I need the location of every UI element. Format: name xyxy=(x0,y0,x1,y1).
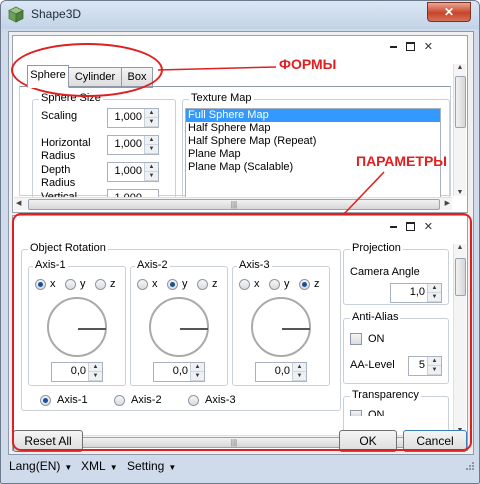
spin-up-icon[interactable]: ▲ xyxy=(145,163,158,172)
horizontal-radius-spinner[interactable]: 1,000 ▲ ▼ xyxy=(107,135,159,155)
spin-down-icon[interactable]: ▼ xyxy=(145,118,158,127)
menu-xml-label: XML xyxy=(81,459,106,473)
scaling-label: Scaling xyxy=(41,110,78,122)
horizontal-radius-value[interactable]: 1,000 xyxy=(114,138,142,150)
sphere-size-group: Sphere Size Scaling 1,000 ▲ ▼ Horizontal … xyxy=(32,92,176,210)
scaling-value[interactable]: 1,000 xyxy=(114,111,142,123)
scroll-down-arrow-icon[interactable]: ▼ xyxy=(454,189,466,196)
menu-lang[interactable]: Lang(EN) ▼ xyxy=(9,459,72,473)
restore-icon[interactable] xyxy=(405,42,415,51)
scaling-spinner[interactable]: 1,000 ▲ ▼ xyxy=(107,108,159,128)
dropdown-caret-icon: ▼ xyxy=(109,463,118,472)
list-item[interactable]: Half Sphere Map (Repeat) xyxy=(186,135,440,148)
resize-grip-icon[interactable] xyxy=(465,461,475,471)
shapes-vertical-scrollbar[interactable]: ▲ ▼ xyxy=(453,64,466,196)
scroll-left-arrow-icon[interactable]: ◀ xyxy=(16,199,21,207)
tab-sphere[interactable]: Sphere xyxy=(27,65,69,88)
scroll-right-arrow-icon[interactable]: ▶ xyxy=(445,199,450,207)
menu-xml[interactable]: XML ▼ xyxy=(81,459,118,473)
menu-setting[interactable]: Setting ▼ xyxy=(127,459,176,473)
horizontal-radius-label: Horizontal Radius xyxy=(41,137,91,162)
parameters-annotation-box xyxy=(12,213,472,451)
close-icon: ✕ xyxy=(443,5,455,19)
depth-radius-label: Depth Radius xyxy=(41,164,76,189)
list-item[interactable]: Full Sphere Map xyxy=(186,109,440,122)
dropdown-caret-icon: ▼ xyxy=(64,463,73,472)
spin-up-icon[interactable]: ▲ xyxy=(145,109,158,118)
spin-up-icon[interactable]: ▲ xyxy=(145,136,158,145)
parameters-annotation-label: ПАРАМЕТРЫ xyxy=(356,153,447,169)
scroll-thumb[interactable] xyxy=(455,76,466,128)
menu-setting-label: Setting xyxy=(127,459,165,473)
panel-controls: ✕ xyxy=(389,40,441,53)
spin-down-icon[interactable]: ▼ xyxy=(145,145,158,154)
list-item[interactable]: Half Sphere Map xyxy=(186,122,440,135)
cube-app-icon xyxy=(8,6,24,23)
depth-radius-spinner[interactable]: 1,000 ▲ ▼ xyxy=(107,162,159,182)
scroll-up-arrow-icon[interactable]: ▲ xyxy=(454,64,466,71)
texture-map-title: Texture Map xyxy=(189,92,254,104)
shapes-annotation-label: ФОРМЫ xyxy=(279,56,337,72)
menu-lang-label: Lang(EN) xyxy=(9,459,61,473)
minimize-icon[interactable] xyxy=(389,45,397,48)
window-title: Shape3D xyxy=(31,7,82,21)
title-bar[interactable]: Shape3D ✕ xyxy=(1,1,479,29)
depth-radius-value[interactable]: 1,000 xyxy=(114,165,142,177)
spin-down-icon[interactable]: ▼ xyxy=(145,172,158,181)
close-icon[interactable]: ✕ xyxy=(424,40,441,53)
dropdown-caret-icon: ▼ xyxy=(168,463,177,472)
texture-map-group: Texture Map Full Sphere Map Half Sphere … xyxy=(182,92,450,200)
shapes-annotation-line xyxy=(158,66,277,71)
window-close-button[interactable]: ✕ xyxy=(427,2,471,22)
parameters-annotation-line xyxy=(343,171,385,215)
